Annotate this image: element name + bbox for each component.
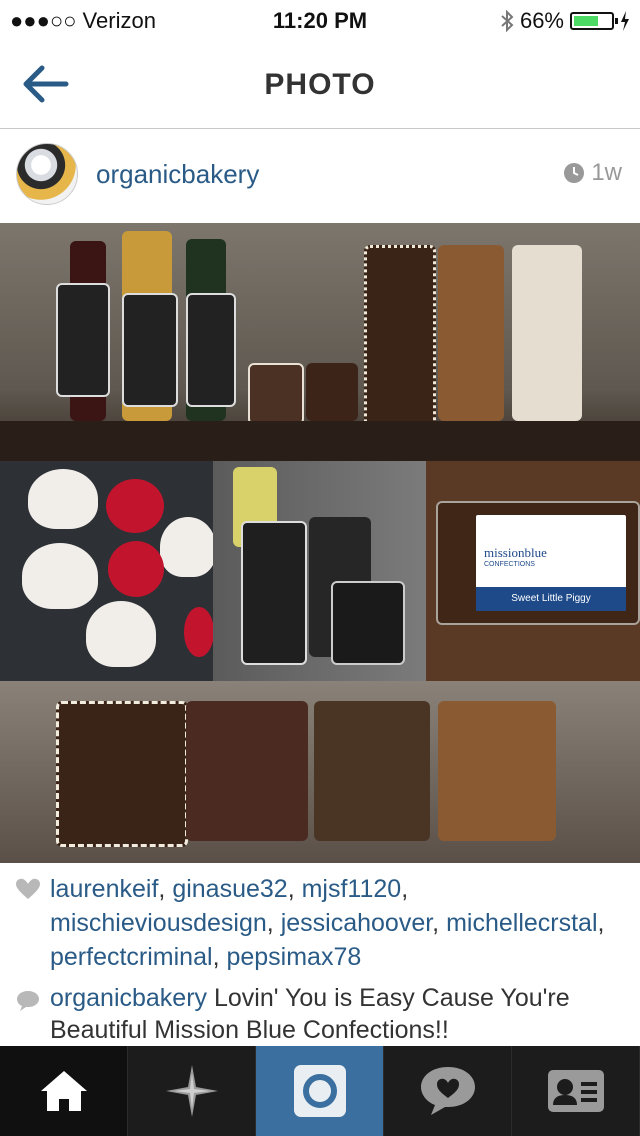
liker-link[interactable]: jessicahoover bbox=[281, 909, 432, 937]
status-bar: ●●●○○ Verizon 11:20 PM 66% bbox=[0, 0, 640, 40]
liker-link[interactable]: laurenkeif bbox=[50, 875, 158, 903]
post-header: organicbakery 1w bbox=[0, 129, 640, 222]
liker-separator: , bbox=[401, 875, 409, 903]
liker-separator: , bbox=[212, 943, 227, 971]
caption-text: organicbakery Lovin' You is Easy Cause Y… bbox=[14, 982, 626, 1046]
photo-brand: missionblue bbox=[484, 545, 547, 560]
battery-percent: 66% bbox=[519, 8, 564, 33]
tab-home[interactable] bbox=[0, 1046, 128, 1136]
home-icon bbox=[40, 1071, 87, 1111]
post-time: 1w bbox=[563, 159, 622, 187]
profile-icon bbox=[547, 1070, 604, 1112]
liker-separator: , bbox=[432, 909, 447, 937]
post-photo[interactable]: missionblue CONFECTIONS Sweet Little Pig… bbox=[0, 223, 640, 863]
time-ago-label: 1w bbox=[591, 159, 622, 186]
post-username[interactable]: organicbakery bbox=[96, 159, 259, 190]
status-right: 66% bbox=[500, 8, 630, 34]
battery-icon bbox=[570, 12, 618, 30]
liker-link[interactable]: perfectcriminal bbox=[50, 943, 213, 971]
nav-bar: PHOTO bbox=[0, 40, 640, 129]
tab-bar bbox=[0, 1046, 640, 1136]
bluetooth-icon bbox=[501, 10, 514, 32]
liker-separator: , bbox=[287, 875, 302, 903]
liker-separator: , bbox=[597, 909, 605, 937]
liker-separator: , bbox=[158, 875, 173, 903]
tab-profile[interactable] bbox=[512, 1046, 640, 1136]
photo-tile-bars bbox=[0, 681, 640, 863]
activity-icon bbox=[420, 1067, 475, 1115]
comment-bubble-icon bbox=[17, 991, 39, 1011]
tab-explore[interactable] bbox=[128, 1046, 256, 1136]
photo-tile-hearts bbox=[0, 461, 213, 681]
liker-separator: , bbox=[266, 909, 281, 937]
liker-link[interactable]: pepsimax78 bbox=[226, 943, 361, 971]
likes-section: laurenkeif, ginasue32, mjsf1120, mischie… bbox=[14, 872, 626, 974]
liker-link[interactable]: ginasue32 bbox=[172, 875, 287, 903]
photo-package-label: missionblue CONFECTIONS Sweet Little Pig… bbox=[476, 515, 626, 611]
photo-product-name: Sweet Little Piggy bbox=[476, 587, 626, 611]
photo-tile-bottles bbox=[0, 223, 640, 461]
charging-icon bbox=[621, 11, 629, 31]
tab-activity[interactable] bbox=[384, 1046, 512, 1136]
photo-brand-sub: CONFECTIONS bbox=[484, 561, 535, 568]
liker-link[interactable]: michellecrstal bbox=[446, 909, 597, 937]
avatar[interactable] bbox=[16, 143, 78, 205]
camera-icon bbox=[293, 1065, 346, 1117]
heart-icon bbox=[16, 878, 40, 899]
caption: organicbakery Lovin' You is Easy Cause Y… bbox=[14, 982, 626, 1046]
photo-tile-bottle bbox=[213, 461, 426, 681]
liker-link[interactable]: mjsf1120 bbox=[302, 875, 402, 903]
likes-list: laurenkeif, ginasue32, mjsf1120, mischie… bbox=[14, 872, 626, 974]
tab-camera[interactable] bbox=[256, 1046, 384, 1136]
photo-tile-package: missionblue CONFECTIONS Sweet Little Pig… bbox=[426, 461, 640, 681]
explore-icon bbox=[165, 1065, 218, 1117]
liker-link[interactable]: mischieviousdesign bbox=[50, 909, 267, 937]
clock-icon bbox=[564, 163, 585, 183]
caption-author[interactable]: organicbakery bbox=[50, 984, 207, 1012]
page-title: PHOTO bbox=[264, 68, 376, 101]
